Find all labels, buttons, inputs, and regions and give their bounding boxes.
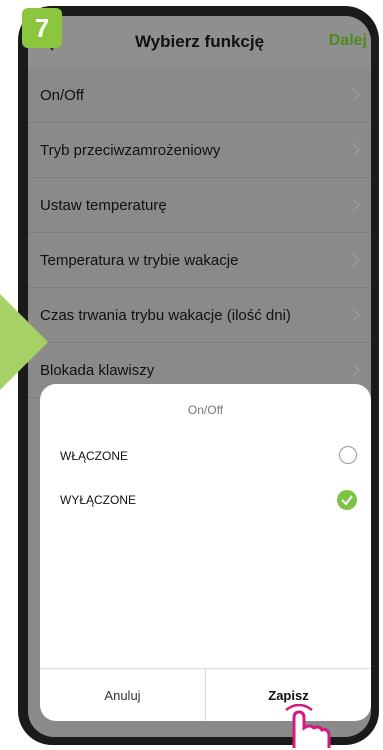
list-item-vacation-duration[interactable]: Czas trwania trybu wakacje (ilość dni) — [28, 288, 371, 343]
list-item-label: Ustaw temperaturę — [40, 196, 167, 214]
radio-unchecked-icon[interactable] — [339, 446, 357, 464]
option-label: WYŁĄCZONE — [60, 493, 137, 507]
top-bar: Wybierz funkcję Dalej — [28, 16, 371, 68]
sheet-title: On/Off — [187, 403, 224, 417]
phone-screen: Wybierz funkcję Dalej On/Off Tryb przeci… — [28, 16, 371, 737]
next-button[interactable]: Dalej — [329, 32, 367, 50]
cancel-button[interactable]: Anuluj — [40, 669, 206, 721]
chevron-right-icon — [352, 253, 361, 267]
function-list: On/Off Tryb przeciwzamrożeniowy Ustaw te… — [28, 68, 371, 398]
option-off[interactable]: WYŁĄCZONE — [40, 480, 371, 520]
list-item-label: Tryb przeciwzamrożeniowy — [40, 141, 221, 159]
list-item-set-temperature[interactable]: Ustaw temperaturę — [28, 178, 371, 233]
step-number-badge: 7 — [22, 8, 62, 48]
chevron-right-icon — [352, 198, 361, 212]
chevron-right-icon — [352, 88, 361, 102]
list-item-label: Czas trwania trybu wakacje (ilość dni) — [40, 306, 291, 324]
list-item-label: On/Off — [40, 86, 84, 104]
pointer-arrow-icon — [0, 294, 48, 390]
on-off-bottom-sheet: On/Off WŁĄCZONE WYŁĄCZONE Anuluj Zapisz — [40, 384, 371, 721]
option-on[interactable]: WŁĄCZONE — [40, 436, 371, 476]
chevron-right-icon — [352, 308, 361, 322]
option-label: WŁĄCZONE — [60, 449, 129, 463]
radio-checked-icon[interactable] — [337, 490, 357, 510]
chevron-right-icon — [352, 363, 361, 377]
tap-hand-icon — [285, 704, 331, 748]
checkmark-icon — [341, 495, 353, 506]
list-item-antifreeze[interactable]: Tryb przeciwzamrożeniowy — [28, 123, 371, 178]
list-item-vacation-temperature[interactable]: Temperatura w trybie wakacje — [28, 233, 371, 288]
list-item-on-off[interactable]: On/Off — [28, 68, 371, 123]
list-item-label: Temperatura w trybie wakacje — [40, 251, 239, 269]
page-title: Wybierz funkcję — [134, 32, 265, 51]
chevron-right-icon — [352, 143, 361, 157]
list-item-label: Blokada klawiszy — [40, 361, 155, 379]
